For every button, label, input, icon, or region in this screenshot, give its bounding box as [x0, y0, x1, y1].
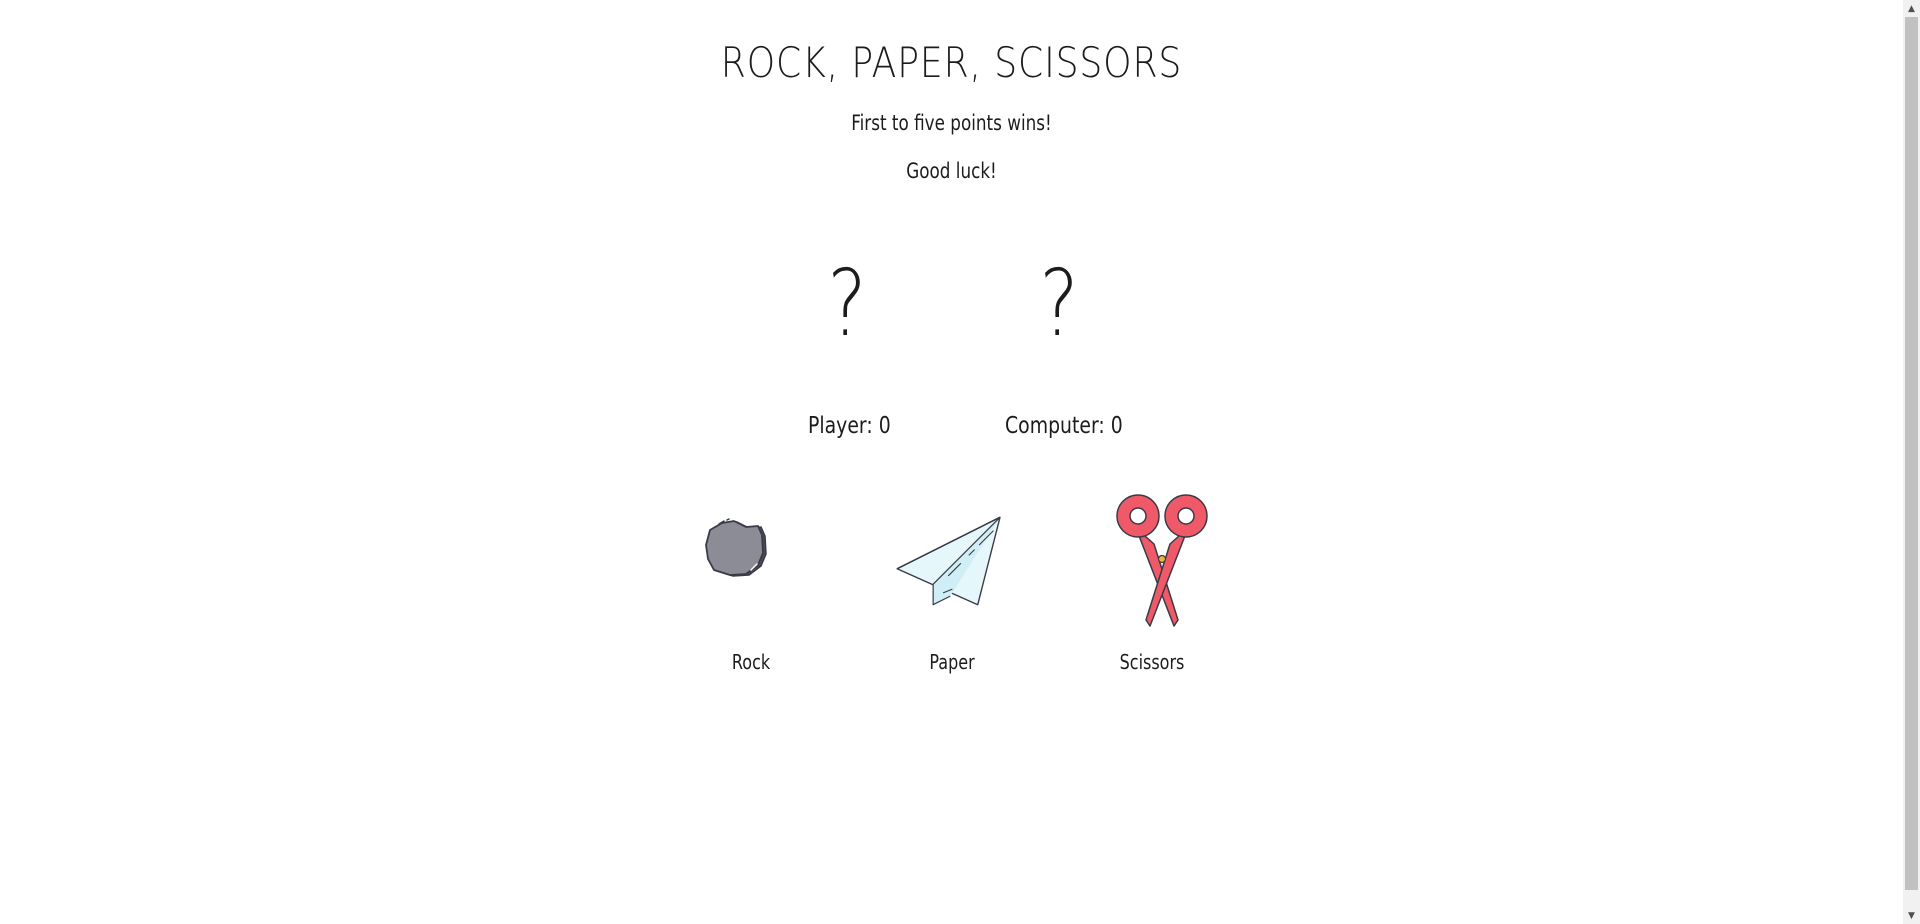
scissors-icon: [1116, 494, 1208, 627]
scissors-label: Scissors: [1119, 650, 1185, 674]
computer-score: Computer: 0: [1005, 413, 1123, 439]
paper-button[interactable]: Paper: [882, 486, 1022, 686]
scroll-down-arrow-icon[interactable]: ▼: [1903, 907, 1920, 924]
scroll-up-arrow-icon[interactable]: ▲: [1903, 0, 1920, 17]
rock-button[interactable]: Rock: [681, 486, 821, 686]
good-luck-text: Good luck!: [906, 159, 997, 183]
computer-hand-display: ?: [1039, 250, 1079, 357]
game-page: ROCK, PAPER, SCISSORS First to five poin…: [0, 0, 1903, 924]
scissors-button[interactable]: Scissors: [1082, 486, 1222, 686]
rock-label: Rock: [731, 650, 771, 674]
page-title: ROCK, PAPER, SCISSORS: [720, 38, 1183, 87]
vertical-scrollbar[interactable]: ▲ ▼: [1903, 0, 1920, 924]
scrollbar-thumb[interactable]: [1905, 17, 1918, 890]
paper-plane-icon: [896, 516, 1001, 606]
paper-label: Paper: [929, 650, 975, 674]
rules-text: First to five points wins!: [851, 111, 1052, 135]
player-score: Player: 0: [808, 413, 891, 439]
rock-icon: [705, 518, 767, 577]
player-hand-display: ?: [827, 250, 867, 357]
